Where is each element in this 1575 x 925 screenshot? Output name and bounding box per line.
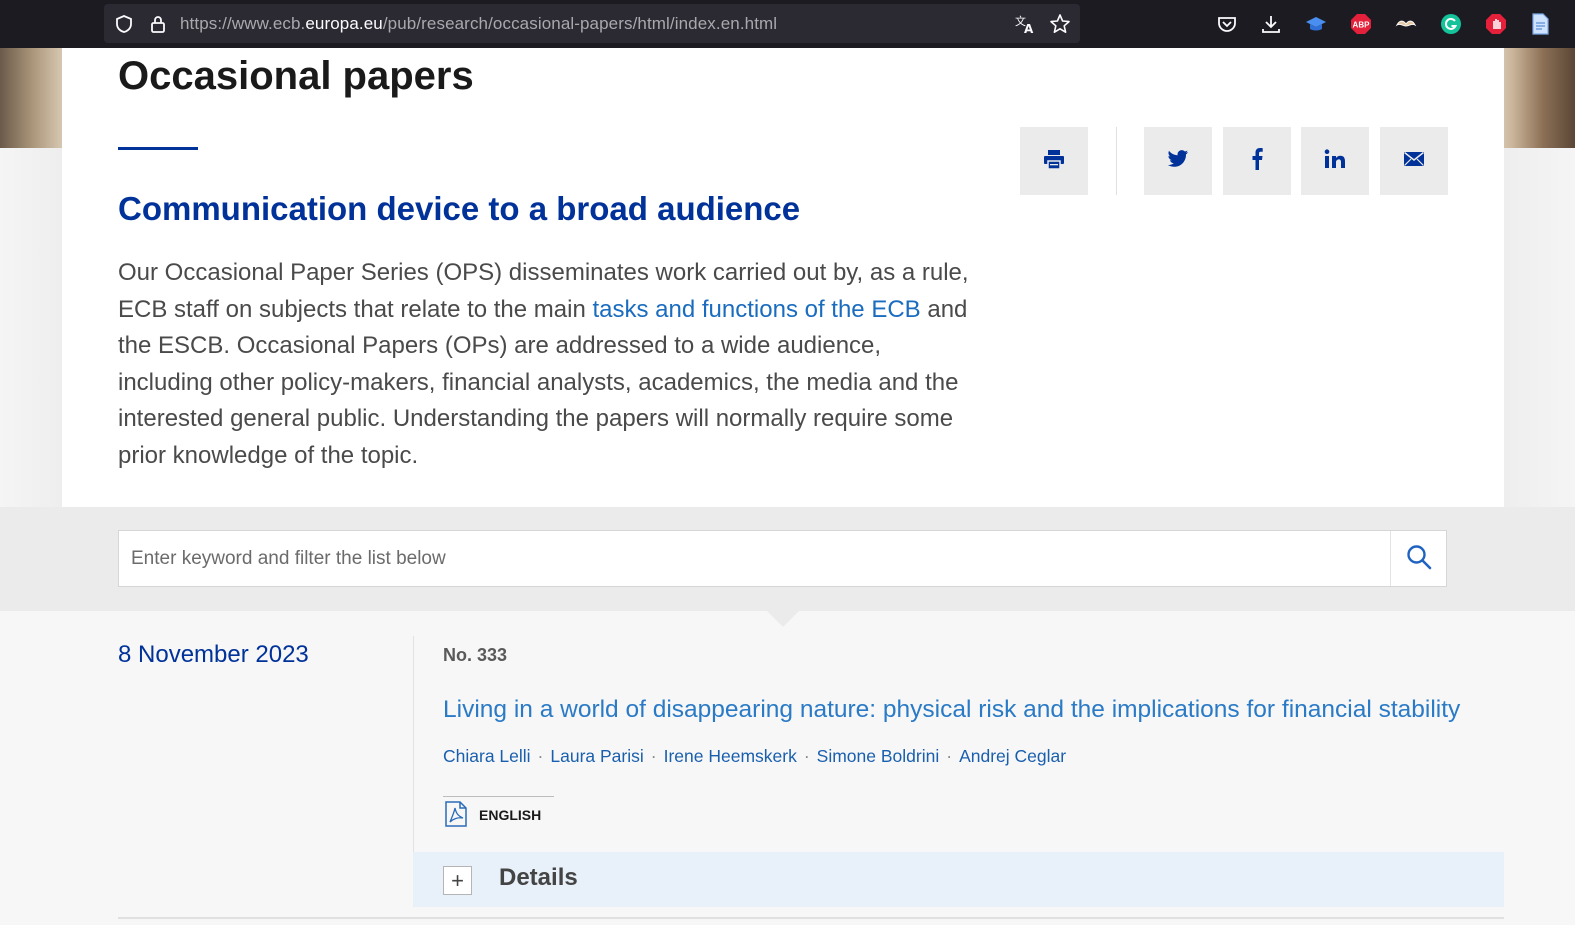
graduation-cap-icon[interactable] xyxy=(1304,12,1328,36)
svg-text:A: A xyxy=(1024,22,1034,35)
twitter-icon xyxy=(1167,149,1189,173)
lock-icon[interactable] xyxy=(147,13,169,35)
search-button[interactable] xyxy=(1390,531,1446,586)
linkedin-icon xyxy=(1324,149,1346,173)
page-title: Occasional papers xyxy=(118,54,474,98)
filter-search-input[interactable] xyxy=(131,531,1386,586)
address-bar[interactable]: https://www.ecb.europa.eu/pub/research/o… xyxy=(104,4,1080,43)
author-link[interactable]: Chiara Lelli xyxy=(443,746,531,767)
email-icon xyxy=(1403,151,1425,171)
publication-date: 8 November 2023 xyxy=(118,641,309,668)
url-domain: europa.eu xyxy=(305,14,383,33)
print-button[interactable] xyxy=(1020,127,1088,195)
url-text[interactable]: https://www.ecb.europa.eu/pub/research/o… xyxy=(180,14,777,34)
author-separator: · xyxy=(650,746,657,766)
grammarly-icon[interactable] xyxy=(1439,12,1463,36)
search-icon xyxy=(1406,544,1432,574)
right-gutter xyxy=(1504,148,1575,508)
filter-pointer xyxy=(767,611,799,627)
facebook-icon xyxy=(1251,148,1263,174)
pdf-english-link[interactable]: ENGLISH xyxy=(479,807,541,823)
browser-toolbar: https://www.ecb.europa.eu/pub/research/o… xyxy=(0,0,1575,48)
shield-icon[interactable] xyxy=(113,13,135,35)
print-icon xyxy=(1043,148,1065,174)
left-gutter xyxy=(0,148,62,508)
bookmark-star-icon[interactable] xyxy=(1049,13,1071,35)
list-bottom-rule xyxy=(118,917,1504,919)
linkedin-share-button[interactable] xyxy=(1301,127,1369,195)
stop-hand-icon[interactable] xyxy=(1484,12,1508,36)
document-icon[interactable] xyxy=(1528,12,1552,36)
facebook-share-button[interactable] xyxy=(1223,127,1291,195)
filter-search-box xyxy=(118,530,1447,587)
details-label[interactable]: Details xyxy=(499,864,578,892)
download-icon[interactable] xyxy=(1259,12,1283,36)
email-share-button[interactable] xyxy=(1380,127,1448,195)
tasks-functions-link[interactable]: tasks and functions of the ECB xyxy=(592,296,920,323)
paper-title-link[interactable]: Living in a world of disappearing nature… xyxy=(443,696,1460,724)
translate-icon[interactable]: 文A xyxy=(1014,13,1036,35)
author-link[interactable]: Laura Parisi xyxy=(550,746,643,767)
intro-paragraph: Our Occasional Paper Series (OPS) dissem… xyxy=(118,255,978,474)
section-subheading: Communication device to a broad audience xyxy=(118,190,801,227)
author-list: Chiara Lelli · Laura Parisi · Irene Heemsk… xyxy=(443,746,1066,767)
expand-plus-icon[interactable]: + xyxy=(443,866,472,895)
author-separator: · xyxy=(803,746,810,766)
twitter-share-button[interactable] xyxy=(1144,127,1212,195)
adblock-plus-label: ABP xyxy=(1353,21,1371,30)
pdf-icon[interactable] xyxy=(443,801,469,827)
column-divider xyxy=(413,636,414,852)
author-separator: · xyxy=(537,746,544,766)
author-link[interactable]: Irene Heemskerk xyxy=(664,746,797,767)
author-separator: · xyxy=(946,746,953,766)
adblock-plus-icon[interactable]: ABP xyxy=(1349,12,1373,36)
title-underline xyxy=(118,147,198,150)
url-path: /pub/research/occasional-papers/html/ind… xyxy=(382,14,778,33)
extension-mustache-icon[interactable] xyxy=(1394,12,1418,36)
url-prefix: https://www.ecb. xyxy=(180,14,306,33)
author-link[interactable]: Simone Boldrini xyxy=(817,746,940,767)
download-divider xyxy=(443,796,554,797)
share-divider xyxy=(1116,127,1117,195)
paper-number: No. 333 xyxy=(443,645,508,665)
pocket-icon[interactable] xyxy=(1215,12,1239,36)
author-link[interactable]: Andrej Ceglar xyxy=(959,746,1066,767)
